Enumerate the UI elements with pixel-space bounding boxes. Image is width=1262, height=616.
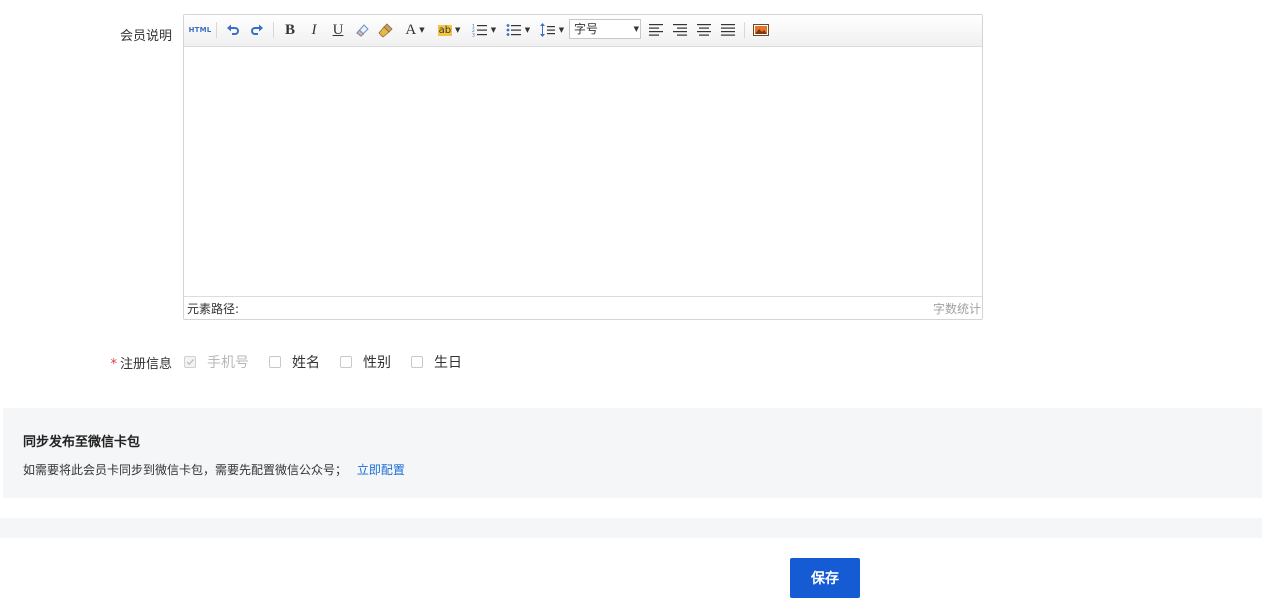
image-icon: [753, 24, 769, 36]
option-label: 姓名: [292, 355, 320, 371]
unordered-list-button[interactable]: ▼: [503, 20, 533, 40]
register-option-phone[interactable]: 手机号: [184, 352, 249, 372]
format-painter-icon: [378, 23, 393, 38]
font-color-button[interactable]: A ▼: [401, 20, 429, 40]
checkbox-gender[interactable]: [340, 356, 352, 368]
element-path-label: 元素路径:: [187, 302, 240, 316]
wechat-sync-panel: 同步发布至微信卡包 如需要将此会员卡同步到微信卡包，需要先配置微信公众号； 立即…: [3, 408, 1262, 498]
toolbar-separator: [273, 22, 274, 38]
align-center-button[interactable]: [694, 20, 714, 40]
option-label: 性别: [363, 355, 391, 371]
html-source-button[interactable]: HTML: [188, 20, 212, 40]
clear-format-button[interactable]: [352, 20, 372, 40]
checkbox-name[interactable]: [269, 356, 281, 368]
configure-now-link[interactable]: 立即配置: [357, 463, 405, 477]
underline-icon: U: [332, 21, 344, 38]
option-label: 手机号: [207, 355, 249, 371]
chevron-down-icon: ▼: [524, 26, 531, 34]
chevron-down-icon: ▼: [490, 26, 497, 34]
bullet-list-icon: [506, 24, 521, 36]
html-source-icon: HTML: [188, 26, 212, 34]
editor-statusbar: 元素路径: 字数统计: [184, 296, 982, 319]
save-button[interactable]: 保存: [790, 558, 860, 598]
redo-button[interactable]: [246, 20, 268, 40]
required-mark: *: [110, 357, 117, 372]
font-color-icon: A: [405, 21, 417, 38]
wechat-sync-title: 同步发布至微信卡包: [23, 435, 141, 450]
toolbar-separator: [216, 22, 217, 38]
svg-text:3: 3: [472, 33, 475, 38]
insert-image-button[interactable]: [750, 20, 772, 40]
ordered-list-button[interactable]: 1 2 3 ▼: [469, 20, 499, 40]
highlight-icon: ab: [437, 24, 453, 36]
checkmark-icon: [186, 359, 194, 366]
register-option-name[interactable]: 姓名: [269, 352, 320, 372]
italic-icon: I: [311, 21, 317, 38]
wechat-sync-desc: 如需要将此会员卡同步到微信卡包，需要先配置微信公众号； 立即配置: [23, 461, 405, 478]
editor-content-area[interactable]: [184, 47, 982, 297]
wechat-sync-desc-text: 如需要将此会员卡同步到微信卡包，需要先配置微信公众号；: [23, 463, 348, 477]
register-options: 手机号 姓名 性别 生日: [184, 352, 462, 372]
highlight-button[interactable]: ab ▼: [434, 20, 464, 40]
ordered-list-icon: 1 2 3: [472, 24, 487, 38]
register-info-label: * 注册信息: [100, 353, 172, 372]
word-count-label: 字数统计: [932, 302, 981, 316]
section-divider: [0, 518, 1262, 538]
register-option-gender[interactable]: 性别: [340, 352, 391, 372]
font-size-select[interactable]: 字号 ▼: [569, 19, 641, 39]
align-right-icon: [673, 24, 687, 36]
chevron-down-icon: ▼: [455, 26, 461, 34]
align-center-icon: [697, 24, 711, 36]
undo-button[interactable]: [222, 20, 244, 40]
register-option-birthday[interactable]: 生日: [411, 352, 462, 372]
undo-icon: [227, 24, 239, 35]
checkbox-phone[interactable]: [184, 356, 196, 368]
checkbox-birthday[interactable]: [411, 356, 423, 368]
align-left-icon: [649, 24, 663, 36]
register-info-label-text: 注册信息: [119, 357, 172, 372]
toolbar-separator: [744, 22, 745, 38]
align-left-button[interactable]: [646, 20, 666, 40]
align-justify-button[interactable]: [718, 20, 738, 40]
member-desc-label: 会员说明: [119, 29, 172, 44]
underline-button[interactable]: U: [328, 20, 348, 40]
line-height-button[interactable]: ▼: [537, 20, 567, 40]
editor-toolbar: HTML B I U A ▼ ab ▼ 1 2 3 ▼ ▼ ▼ 字号 ▼: [184, 15, 982, 47]
redo-icon: [251, 24, 263, 35]
align-justify-icon: [721, 24, 735, 36]
italic-button[interactable]: I: [304, 20, 324, 40]
font-size-select-value: 字号: [574, 22, 599, 36]
format-painter-button[interactable]: [376, 20, 396, 40]
align-right-button[interactable]: [670, 20, 690, 40]
bold-button[interactable]: B: [280, 20, 300, 40]
bold-icon: B: [284, 21, 295, 38]
rich-text-editor: HTML B I U A ▼ ab ▼ 1 2 3 ▼ ▼ ▼ 字号 ▼ 元素路…: [183, 14, 983, 320]
chevron-down-icon: ▼: [633, 25, 639, 33]
chevron-down-icon: ▼: [558, 26, 565, 34]
chevron-down-icon: ▼: [419, 26, 425, 34]
line-height-icon: [539, 23, 555, 37]
option-label: 生日: [434, 355, 462, 371]
eraser-icon: [356, 24, 369, 37]
